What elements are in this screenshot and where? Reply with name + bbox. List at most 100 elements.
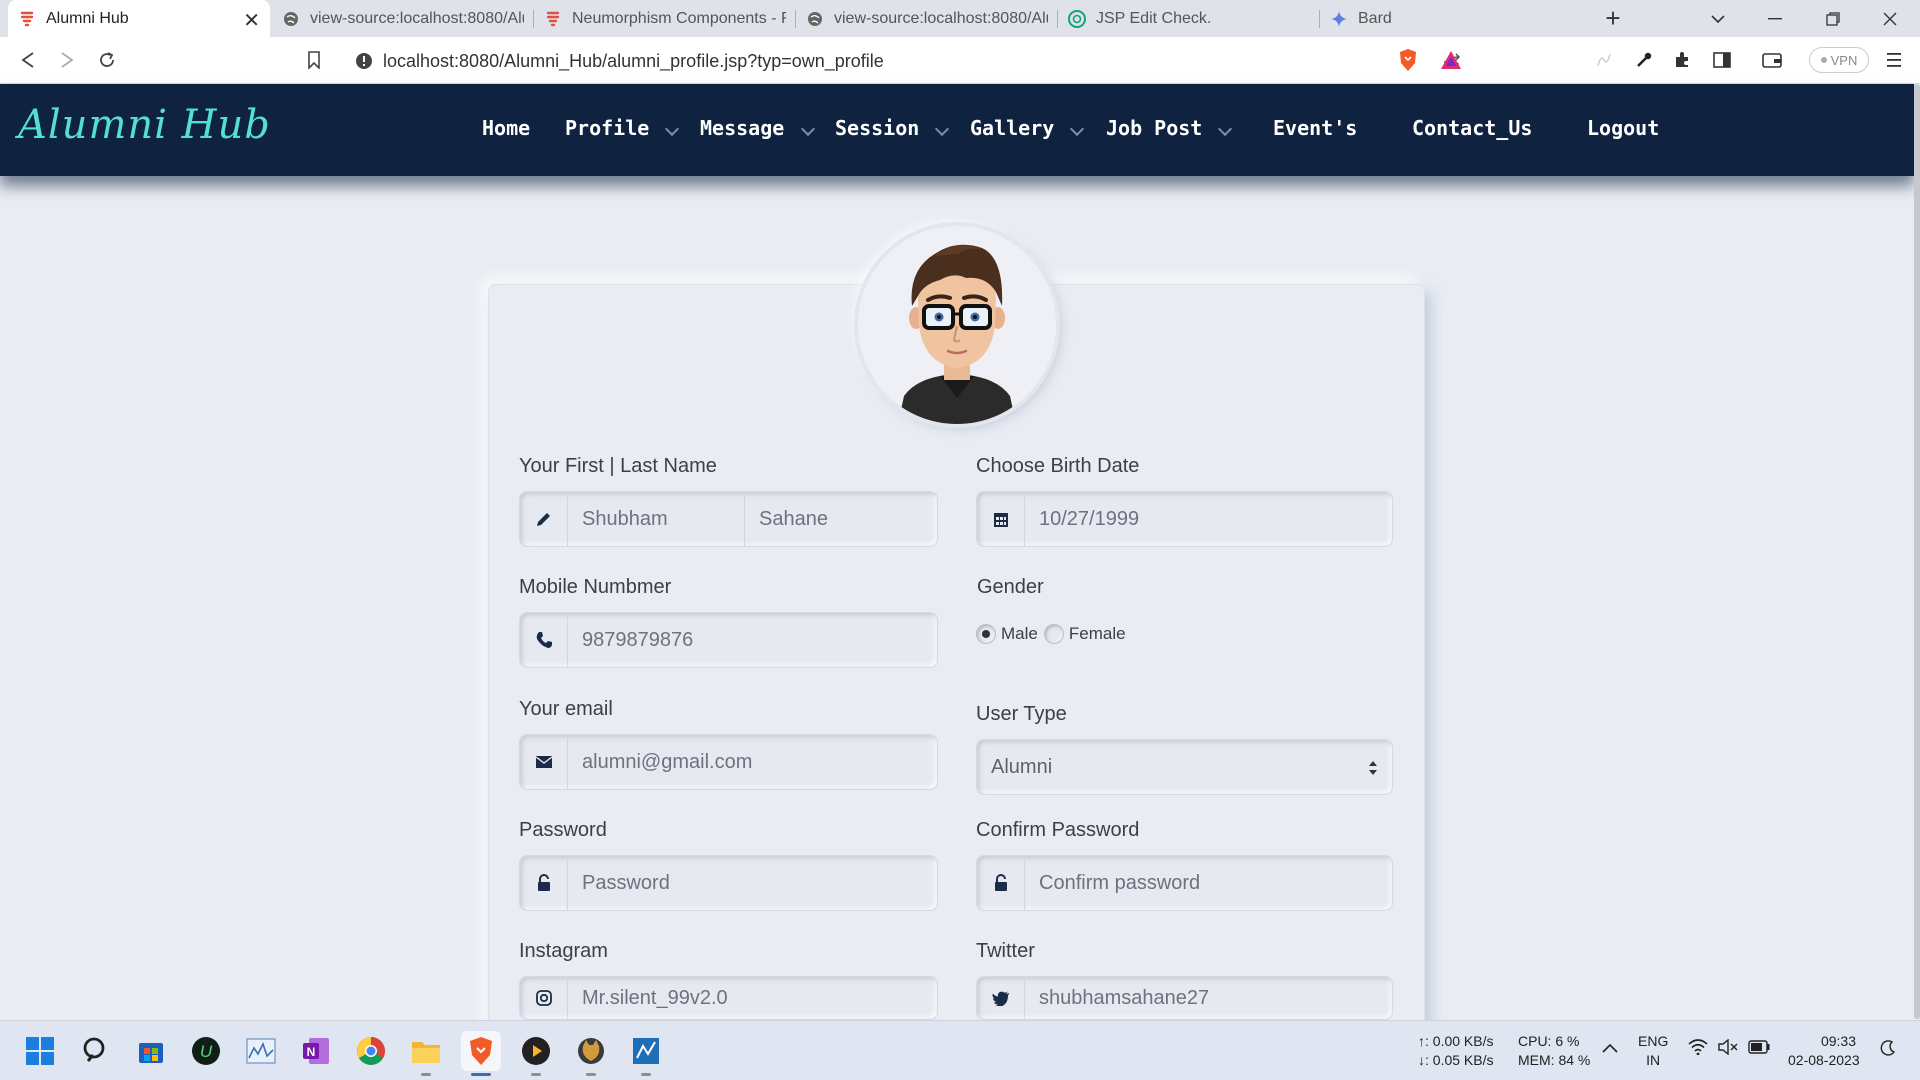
gender-female-radio[interactable] <box>1043 624 1064 644</box>
close-window-button[interactable] <box>1867 0 1913 37</box>
twitter-input[interactable]: shubhamsahane27 <box>1025 977 1392 1019</box>
net-up: ↑: 0.00 KB/s <box>1418 1033 1494 1049</box>
media-player-icon[interactable] <box>516 1031 556 1071</box>
nav-events[interactable]: Event's <box>1273 116 1357 140</box>
netbeans-running-indicator <box>641 1073 651 1076</box>
vpn-button[interactable]: VPN <box>1809 47 1869 73</box>
nav-profile[interactable]: Profile <box>565 116 649 140</box>
netbeans-icon[interactable] <box>626 1031 666 1071</box>
language-indicator[interactable]: ENG IN <box>1638 1032 1668 1070</box>
confirm-password-input[interactable]: Confirm password <box>1025 856 1392 910</box>
chevron-down-icon[interactable] <box>934 121 950 137</box>
nav-home[interactable]: Home <box>482 116 530 140</box>
address-bar[interactable]: localhost:8080/Alumni_Hub/alumni_profile… <box>343 44 1475 78</box>
envelope-icon <box>520 735 568 789</box>
eyedropper-icon[interactable] <box>1630 46 1658 74</box>
menu-icon[interactable] <box>1880 46 1908 74</box>
gender-radio-group: Male Female <box>976 624 1126 644</box>
file-explorer-icon[interactable] <box>406 1031 446 1071</box>
brave-rewards-icon[interactable] <box>1437 46 1465 74</box>
resource-monitor-icon[interactable] <box>241 1031 281 1071</box>
nav-gallery[interactable]: Gallery <box>970 116 1054 140</box>
volume-muted-icon[interactable] <box>1718 1038 1738 1060</box>
chevron-down-icon[interactable] <box>1217 121 1233 137</box>
start-icon[interactable] <box>20 1031 60 1071</box>
clock[interactable]: 09:33 02-08-2023 <box>1788 1032 1860 1070</box>
phone-icon <box>520 613 568 667</box>
calendar-icon <box>977 492 1025 546</box>
tab-bard[interactable]: Bard <box>1320 0 1582 37</box>
instagram-input[interactable]: Mr.silent_99v2.0 <box>568 977 937 1019</box>
alumni-hub-favicon <box>18 10 36 28</box>
email-input[interactable]: alumni@gmail.com <box>568 735 937 789</box>
extensions-icon[interactable] <box>1668 46 1696 74</box>
tab-search-chevron-icon[interactable] <box>1695 0 1741 37</box>
birth-date-input[interactable]: 10/27/1999 <box>1025 492 1392 546</box>
tab-alumni-hub[interactable]: Alumni Hub ✕ <box>8 0 270 37</box>
clock-time: 09:33 <box>1820 1033 1856 1049</box>
brave-shields-icon[interactable] <box>1394 46 1422 74</box>
tab-neumorphism[interactable]: Neumorphism Components - For <box>534 0 796 37</box>
gender-male-label: Male <box>1001 624 1038 643</box>
last-name-input[interactable]: Sahane <box>745 492 937 546</box>
gender-male-radio[interactable] <box>976 624 996 644</box>
nav-contact-us[interactable]: Contact_Us <box>1412 116 1532 140</box>
lang-secondary: IN <box>1646 1052 1661 1068</box>
name-label: Your First | Last Name <box>519 455 717 477</box>
search-icon[interactable] <box>76 1031 116 1071</box>
nav-message[interactable]: Message <box>700 116 784 140</box>
user-type-select[interactable]: Alumni <box>976 739 1393 795</box>
chevron-up-icon[interactable] <box>1602 1039 1618 1058</box>
tab-title: Alumni Hub <box>46 9 129 27</box>
email-label: Your email <box>519 698 613 720</box>
chevron-down-icon[interactable] <box>1069 121 1085 137</box>
tab-view-source-2[interactable]: view-source:localhost:8080/Alum <box>796 0 1058 37</box>
tab-view-source-1[interactable]: view-source:localhost:8080/Alum <box>272 0 534 37</box>
close-tab-icon[interactable]: ✕ <box>243 8 260 33</box>
tomcat-icon[interactable] <box>571 1031 611 1071</box>
tab-title: JSP Edit Check. <box>1096 9 1212 27</box>
password-input[interactable]: Password <box>568 856 937 910</box>
page-scrollbar-thumb[interactable] <box>1914 84 1920 1019</box>
avatar-illustration <box>898 244 1016 424</box>
nav-job-post[interactable]: Job Post <box>1106 116 1202 140</box>
site-info-icon[interactable] <box>355 52 373 75</box>
lock-icon <box>520 856 568 910</box>
password-label: Password <box>519 819 607 841</box>
sidebar-icon[interactable] <box>1708 46 1736 74</box>
brave-browser-running-indicator <box>471 1073 491 1076</box>
tab-title: view-source:localhost:8080/Alum <box>834 9 1048 27</box>
new-tab-button[interactable]: + <box>1590 0 1636 37</box>
bookmark-icon[interactable] <box>300 46 328 74</box>
brave-browser-icon[interactable] <box>461 1031 501 1071</box>
reload-icon[interactable] <box>93 46 121 74</box>
network-speed-readout: ↑: 0.00 KB/s ↓: 0.05 KB/s <box>1418 1032 1493 1070</box>
mobile-field-group: 9879879876 <box>519 612 938 668</box>
upwork-icon[interactable]: U <box>186 1031 226 1071</box>
chevron-down-icon[interactable] <box>664 121 680 137</box>
tab-jsp-edit[interactable]: JSP Edit Check. <box>1058 0 1320 37</box>
nav-logout[interactable]: Logout <box>1587 116 1659 140</box>
site-logo[interactable]: Alumni Hub <box>18 102 271 148</box>
chevron-down-icon[interactable] <box>800 121 816 137</box>
minimize-button[interactable] <box>1752 0 1798 37</box>
restore-button[interactable] <box>1810 0 1856 37</box>
store-icon[interactable] <box>131 1031 171 1071</box>
reader-mode-icon[interactable] <box>1590 46 1618 74</box>
onenote-icon[interactable]: N <box>296 1031 336 1071</box>
twitter-field-group: shubhamsahane27 <box>976 976 1393 1020</box>
forward-icon[interactable] <box>53 46 81 74</box>
nav-session[interactable]: Session <box>835 116 919 140</box>
battery-icon[interactable] <box>1748 1040 1770 1059</box>
first-name-input[interactable]: Shubham <box>568 492 744 546</box>
chrome-icon[interactable] <box>351 1031 391 1071</box>
mobile-input[interactable]: 9879879876 <box>568 613 937 667</box>
profile-avatar[interactable] <box>858 226 1056 424</box>
birth-date-field-group: 10/27/1999 <box>976 491 1393 547</box>
svg-text:U: U <box>200 1042 213 1061</box>
back-icon[interactable] <box>14 46 42 74</box>
notifications-icon[interactable] <box>1880 1040 1896 1061</box>
instagram-icon <box>520 977 568 1019</box>
wallet-icon[interactable] <box>1758 46 1786 74</box>
wifi-icon[interactable] <box>1688 1039 1708 1060</box>
